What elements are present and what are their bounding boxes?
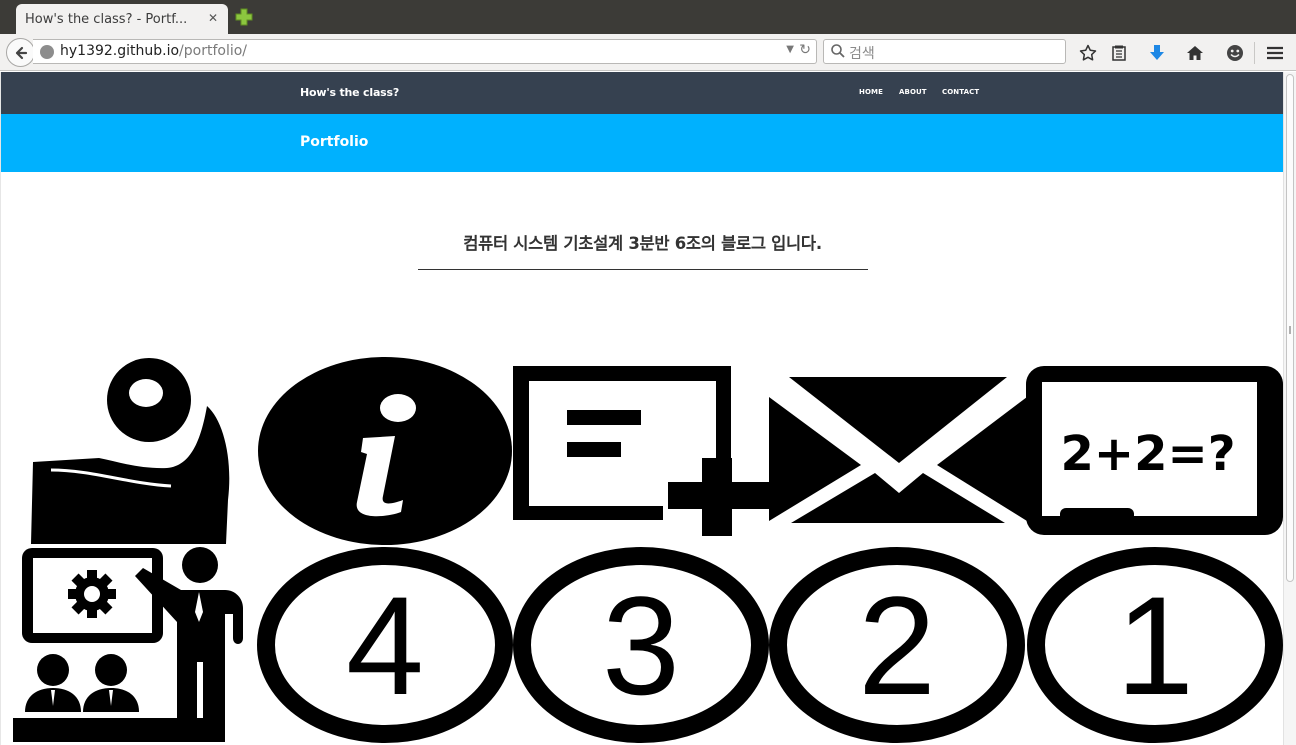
number-4-label: 4: [346, 567, 424, 724]
info-icon[interactable]: [257, 356, 513, 546]
tab-title: How's the class? - Portf...: [25, 11, 188, 27]
add-note-icon[interactable]: [513, 366, 773, 538]
number-1-icon[interactable]: 1: [1026, 547, 1283, 743]
toolbar-separator: [1254, 42, 1255, 64]
search-icon: [831, 44, 845, 58]
home-icon[interactable]: [1184, 42, 1206, 64]
number-3-label: 3: [602, 567, 680, 724]
globe-icon: [40, 45, 54, 59]
page-viewport: How's the class? HOME ABOUT CONTACT Port…: [0, 72, 1283, 745]
divider: [418, 269, 868, 270]
back-button[interactable]: [6, 38, 35, 67]
intro-heading: 컴퓨터 시스템 기초설계 3분반 6조의 블로그 입니다.: [463, 234, 822, 253]
number-4-icon[interactable]: 4: [257, 547, 513, 743]
download-icon[interactable]: [1146, 42, 1168, 64]
search-placeholder: 검색: [849, 46, 875, 62]
math-board-text: 2+2=?: [1060, 426, 1235, 482]
number-2-icon[interactable]: 2: [769, 547, 1025, 743]
math-board-icon[interactable]: 2+2=?: [1026, 366, 1283, 536]
scrollbar-thumb[interactable]: [1286, 74, 1294, 582]
mail-envelope-icon[interactable]: [769, 377, 1027, 523]
nav-contact-link[interactable]: CONTACT: [942, 88, 979, 96]
gear-icon: [68, 570, 116, 618]
smiley-icon[interactable]: [1224, 42, 1246, 64]
address-bar[interactable]: hy1392.github.io/portfolio/ ▼ ↻: [33, 39, 817, 64]
close-tab-icon[interactable]: ✕: [205, 10, 221, 26]
number-2-label: 2: [858, 567, 936, 724]
nav-about-link[interactable]: ABOUT: [899, 88, 927, 96]
teacher-presentation-icon[interactable]: [13, 546, 249, 744]
number-3-icon[interactable]: 3: [513, 547, 769, 743]
back-arrow-icon: [15, 46, 27, 59]
search-box[interactable]: 검색: [823, 39, 1066, 64]
nav-home-link[interactable]: HOME: [859, 88, 883, 96]
scrollbar-grip: [1289, 326, 1291, 334]
page-header-banner: Portfolio: [1, 114, 1283, 172]
navigation-toolbar: hy1392.github.io/portfolio/ ▼ ↻ 검색: [0, 34, 1296, 71]
bookmark-star-icon[interactable]: [1077, 42, 1099, 64]
site-brand-link[interactable]: How's the class?: [300, 86, 399, 99]
new-tab-icon[interactable]: [234, 7, 254, 27]
browser-tab[interactable]: How's the class? - Portf... ✕: [16, 4, 228, 34]
reading-list-icon[interactable]: [1108, 42, 1130, 64]
number-1-label: 1: [1116, 567, 1194, 724]
site-navbar: How's the class? HOME ABOUT CONTACT: [1, 72, 1283, 114]
page-scrollbar[interactable]: [1283, 72, 1296, 745]
strength-arm-icon[interactable]: [21, 358, 236, 544]
reload-icon[interactable]: ↻: [799, 42, 811, 58]
history-dropdown-icon[interactable]: ▼: [786, 44, 794, 55]
tab-strip: How's the class? - Portf... ✕: [0, 0, 1296, 34]
url-text: hy1392.github.io/portfolio/: [60, 43, 248, 59]
page-title: Portfolio: [300, 134, 369, 150]
menu-icon[interactable]: [1264, 42, 1286, 64]
